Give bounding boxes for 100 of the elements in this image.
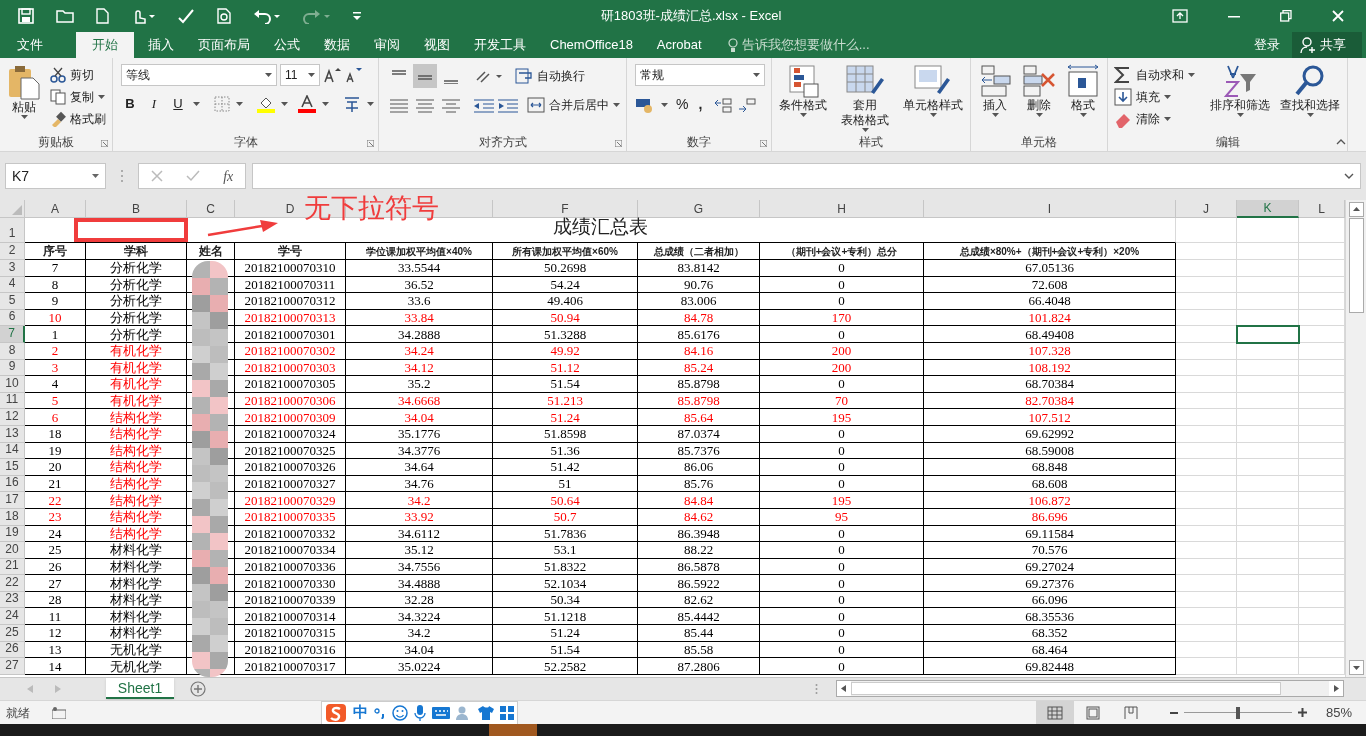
empty-cell[interactable] (1237, 508, 1299, 526)
empty-cell[interactable] (1237, 591, 1299, 609)
row-header[interactable]: 3 (0, 260, 25, 277)
expand-icon[interactable] (1344, 173, 1354, 179)
empty-cell[interactable] (1176, 309, 1237, 327)
empty-cell[interactable] (1237, 658, 1299, 675)
ribbon-button[interactable]: 自动求和 (1112, 64, 1197, 86)
row-header[interactable]: 12 (0, 409, 25, 426)
empty-cell[interactable] (1176, 342, 1237, 360)
print-preview-icon[interactable] (217, 8, 231, 24)
fill-color-icon[interactable] (257, 95, 275, 113)
empty-cell[interactable] (1237, 243, 1299, 260)
empty-cell[interactable] (1237, 575, 1299, 592)
slider-thumb[interactable] (1235, 706, 1240, 719)
ribbon-button[interactable]: 查找和选择 (1277, 64, 1343, 117)
undo-icon[interactable] (253, 8, 281, 24)
empty-cell[interactable] (1237, 525, 1299, 543)
empty-cell[interactable] (1237, 425, 1299, 443)
cancel-icon[interactable] (150, 170, 163, 182)
empty-cell[interactable] (1176, 658, 1237, 675)
column-header[interactable]: J (1203, 200, 1209, 218)
merge-cells-icon[interactable] (527, 97, 545, 113)
horizontal-scrollbar[interactable] (836, 680, 1344, 697)
empty-cell[interactable] (1176, 542, 1237, 559)
empty-cell[interactable] (1237, 342, 1299, 360)
add-sheet-icon[interactable] (190, 681, 206, 697)
empty-cell[interactable] (1176, 625, 1237, 642)
decrease-font-icon[interactable] (344, 67, 362, 83)
increase-font-icon[interactable] (323, 67, 341, 83)
ribbon-tab[interactable]: 公式 (262, 32, 312, 58)
ribbon-button[interactable]: 复制 (48, 86, 108, 108)
align-lines-icon[interactable] (387, 97, 411, 113)
row-header[interactable]: 10 (0, 376, 25, 393)
caret-icon[interactable] (929, 113, 937, 117)
column-header[interactable]: G (693, 200, 704, 218)
ribbon-button[interactable]: 合并后居中 (525, 94, 622, 116)
column-header[interactable]: D (285, 200, 295, 218)
selected-cell[interactable] (1237, 326, 1299, 343)
ribbon-button[interactable]: 条件格式 (776, 64, 830, 117)
text-orientation-icon[interactable] (475, 68, 503, 84)
underline-button[interactable]: U (169, 94, 187, 114)
caret-icon[interactable] (92, 174, 99, 178)
sigma-icon[interactable] (1114, 66, 1132, 84)
ribbon-tab[interactable]: 开始 (76, 32, 134, 58)
empty-cell[interactable] (1237, 459, 1299, 476)
zoom-level[interactable]: 85% (1325, 702, 1352, 723)
caret-icon[interactable] (20, 115, 28, 119)
vertical-scrollbar[interactable] (1345, 200, 1366, 677)
empty-cell[interactable] (1176, 558, 1237, 576)
save-icon[interactable] (18, 8, 34, 24)
caret-icon[interactable] (308, 73, 315, 77)
view-mode-button[interactable] (1035, 700, 1074, 725)
caret-icon[interactable] (1079, 113, 1087, 117)
ribbon-button[interactable]: 删除 (1019, 64, 1059, 117)
empty-cell[interactable] (1176, 492, 1237, 509)
empty-cell[interactable] (1237, 492, 1299, 509)
font-name-dropdown[interactable]: 等线 (121, 64, 277, 86)
scrollbar-thumb[interactable] (851, 682, 1281, 695)
caret-icon[interactable] (613, 103, 620, 107)
dialog-launcher-icon[interactable] (760, 140, 767, 147)
empty-cell[interactable] (1237, 475, 1299, 493)
font-size-dropdown[interactable]: 11 (280, 64, 320, 86)
dialog-launcher-icon[interactable] (101, 140, 108, 147)
column-header[interactable]: C (206, 200, 215, 218)
page-break-icon[interactable] (1122, 705, 1139, 720)
ribbon-button[interactable]: 格式刷 (48, 108, 108, 130)
ribbon-button[interactable]: 清除 (1112, 108, 1197, 130)
decrease-decimal-icon[interactable] (738, 96, 757, 113)
ribbon-tab[interactable]: 审阅 (362, 32, 412, 58)
ribbon-button[interactable]: 格式 (1063, 64, 1103, 117)
empty-cell[interactable] (1237, 260, 1299, 277)
empty-cell[interactable] (1176, 359, 1237, 377)
caret-icon[interactable] (861, 128, 869, 132)
scrollbar-thumb[interactable] (1348, 218, 1364, 313)
empty-cell[interactable] (1176, 508, 1237, 526)
caret-icon[interactable] (265, 73, 272, 77)
increase-decimal-icon[interactable] (714, 96, 733, 113)
column-header[interactable]: F (561, 200, 569, 218)
align-lines-icon[interactable] (439, 97, 463, 113)
row-header[interactable]: 22 (0, 575, 25, 592)
empty-cell[interactable] (1176, 409, 1237, 426)
row-header[interactable]: 20 (0, 542, 25, 559)
row-header[interactable]: 15 (0, 459, 25, 476)
page-layout-icon[interactable] (1084, 705, 1101, 720)
empty-cell[interactable] (1176, 442, 1237, 460)
empty-cell[interactable] (1237, 442, 1299, 460)
share-button[interactable]: 共享 (1292, 32, 1362, 58)
borders-icon[interactable] (214, 96, 230, 112)
ribbon-button[interactable]: 粘贴 (4, 64, 44, 119)
ribbon-tab[interactable]: 文件 (0, 32, 60, 58)
bold-button[interactable]: B (121, 94, 139, 114)
empty-cell[interactable] (1176, 260, 1237, 277)
row-header[interactable]: 17 (0, 492, 25, 509)
insert-cells-icon[interactable] (978, 64, 1012, 98)
ribbon-button[interactable]: 剪切 (48, 64, 108, 86)
row-header[interactable]: 2 (0, 243, 25, 260)
collapse-ribbon-icon[interactable] (1336, 139, 1346, 145)
keyboard-icon[interactable] (432, 706, 450, 719)
shirt-icon[interactable] (478, 705, 494, 720)
empty-cell[interactable] (1237, 359, 1299, 377)
